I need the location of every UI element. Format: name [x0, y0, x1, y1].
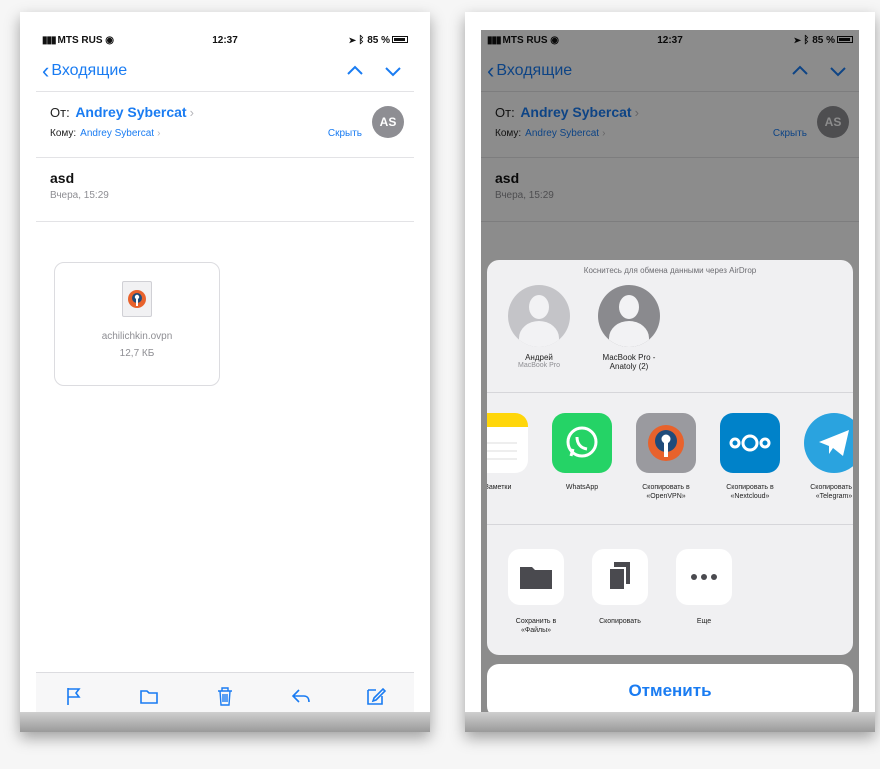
to-row: Кому: Andrey Sybercat › Скрыть: [50, 128, 400, 139]
reply-icon: [291, 689, 310, 703]
battery-percent: 85 %: [367, 34, 390, 46]
more-icon: [676, 549, 732, 605]
app-whatsapp[interactable]: WhatsApp: [547, 413, 617, 492]
app-notes[interactable]: Заметки: [487, 413, 533, 492]
sender-name[interactable]: Andrey Sybercat: [75, 104, 186, 120]
email-date: Вчера, 15:29: [50, 190, 109, 201]
recipient-name[interactable]: Andrey Sybercat: [80, 128, 154, 139]
attachment-size: 12,7 КБ: [119, 348, 155, 359]
app-label: Скопировать в «Telegram»: [810, 484, 853, 501]
wifi-icon: ◉: [105, 34, 115, 46]
from-label: От:: [50, 105, 70, 120]
app-nextcloud[interactable]: Скопировать в «Nextcloud»: [715, 413, 785, 502]
reply-button[interactable]: [290, 685, 312, 712]
person-avatar-icon: [598, 285, 660, 347]
mail-screen: ▮▮▮ MTS RUS ◉ 12:37 ➤ ᛒ 85 % ‹ Входящие О…: [36, 30, 414, 724]
subject-block: asd Вчера, 15:29: [36, 158, 414, 222]
app-openvpn[interactable]: Скопировать в «OpenVPN»: [631, 413, 701, 502]
share-screen: ▮▮▮ MTS RUS ◉ 12:37 ➤ ᛒ 85 % ‹ Входящие О…: [481, 30, 859, 724]
app-label: Заметки: [487, 484, 512, 491]
person-avatar-icon: [508, 285, 570, 347]
avatar[interactable]: AS: [372, 106, 404, 138]
openvpn-icon: [636, 413, 696, 473]
chevron-up-icon: [347, 65, 363, 75]
chevron-left-icon: ‹: [42, 57, 50, 83]
chevron-down-icon: [385, 66, 401, 76]
flag-button[interactable]: [63, 685, 85, 712]
status-bar: ▮▮▮ MTS RUS ◉ 12:37 ➤ ᛒ 85 %: [36, 30, 414, 50]
more-button[interactable]: Еще: [669, 549, 739, 626]
back-label: Входящие: [51, 61, 128, 79]
next-message-button[interactable]: [384, 62, 402, 80]
phone-left: ▮▮▮ MTS RUS ◉ 12:37 ➤ ᛒ 85 % ‹ Входящие О…: [20, 12, 430, 732]
app-telegram[interactable]: Скопировать в «Telegram»: [799, 413, 853, 502]
battery-icon: [392, 36, 408, 44]
shadow: [465, 712, 875, 732]
location-icon: ➤: [349, 34, 356, 46]
folder-icon: [140, 690, 159, 704]
nextcloud-icon: [720, 413, 780, 473]
email-subject: asd: [50, 170, 75, 186]
move-button[interactable]: [138, 685, 160, 712]
nav-bar: ‹ Входящие: [36, 50, 414, 92]
save-to-files-button[interactable]: Сохранить в «Файлы»: [501, 549, 571, 636]
compose-button[interactable]: [365, 685, 387, 712]
airdrop-person[interactable]: MacBook Pro - Anatoly (2): [595, 285, 663, 392]
person-name: Андрей: [525, 353, 553, 362]
person-device: MacBook Pro: [517, 362, 561, 369]
airdrop-people: Андрей MacBook Pro MacBook Pro - Anatoly…: [487, 275, 853, 393]
attachment-name: achilichkin.ovpn: [101, 331, 173, 342]
app-row: Заметки WhatsApp Скопировать в «OpenVPN»: [487, 393, 853, 525]
attachment-card[interactable]: achilichkin.ovpn 12,7 КБ: [54, 262, 220, 386]
person-name: MacBook Pro - Anatoly (2): [602, 353, 656, 371]
phone-right: ▮▮▮ MTS RUS ◉ 12:37 ➤ ᛒ 85 % ‹ Входящие О…: [465, 12, 875, 732]
clock: 12:37: [212, 34, 238, 46]
copy-button[interactable]: Скопировать: [585, 549, 655, 626]
app-label: Скопировать в «Nextcloud»: [726, 484, 774, 501]
action-label: Скопировать: [599, 618, 641, 625]
copy-icon: [592, 549, 648, 605]
folder-icon: [508, 549, 564, 605]
telegram-icon: [804, 413, 853, 473]
email-header: От: Andrey Sybercat › Кому: Andrey Syberc…: [36, 92, 414, 158]
to-label: Кому:: [50, 128, 77, 139]
carrier-label: MTS RUS: [57, 34, 103, 46]
openvpn-file-icon: [122, 281, 152, 317]
trash-icon: [217, 687, 232, 706]
trash-button[interactable]: [214, 685, 236, 712]
action-label: Сохранить в «Файлы»: [515, 618, 557, 635]
app-label: Скопировать в «OpenVPN»: [642, 484, 690, 501]
back-button[interactable]: ‹ Входящие: [42, 57, 346, 83]
cancel-button[interactable]: Отменить: [487, 664, 853, 718]
action-row: Сохранить в «Файлы» Скопировать Еще: [487, 525, 853, 645]
action-label: Еще: [696, 618, 712, 625]
previous-message-button[interactable]: [346, 62, 364, 80]
compose-icon: [367, 687, 387, 705]
flag-icon: [66, 688, 81, 705]
from-row: От: Andrey Sybercat ›: [50, 104, 400, 120]
whatsapp-icon: [552, 413, 612, 473]
airdrop-person[interactable]: Андрей MacBook Pro: [505, 285, 573, 392]
airdrop-hint: Коснитесь для обмена данными через AirDr…: [583, 266, 757, 275]
notes-icon: [487, 413, 528, 473]
hide-details-link[interactable]: Скрыть: [328, 128, 362, 139]
chevron-right-icon: ›: [189, 105, 194, 120]
shadow: [20, 712, 430, 732]
signal-icon: ▮▮▮: [42, 34, 56, 46]
app-label: WhatsApp: [565, 484, 599, 491]
bluetooth-icon: ᛒ: [358, 34, 365, 46]
chevron-right-icon: ›: [157, 128, 161, 139]
share-sheet: Коснитесь для обмена данными через AirDr…: [487, 260, 853, 655]
